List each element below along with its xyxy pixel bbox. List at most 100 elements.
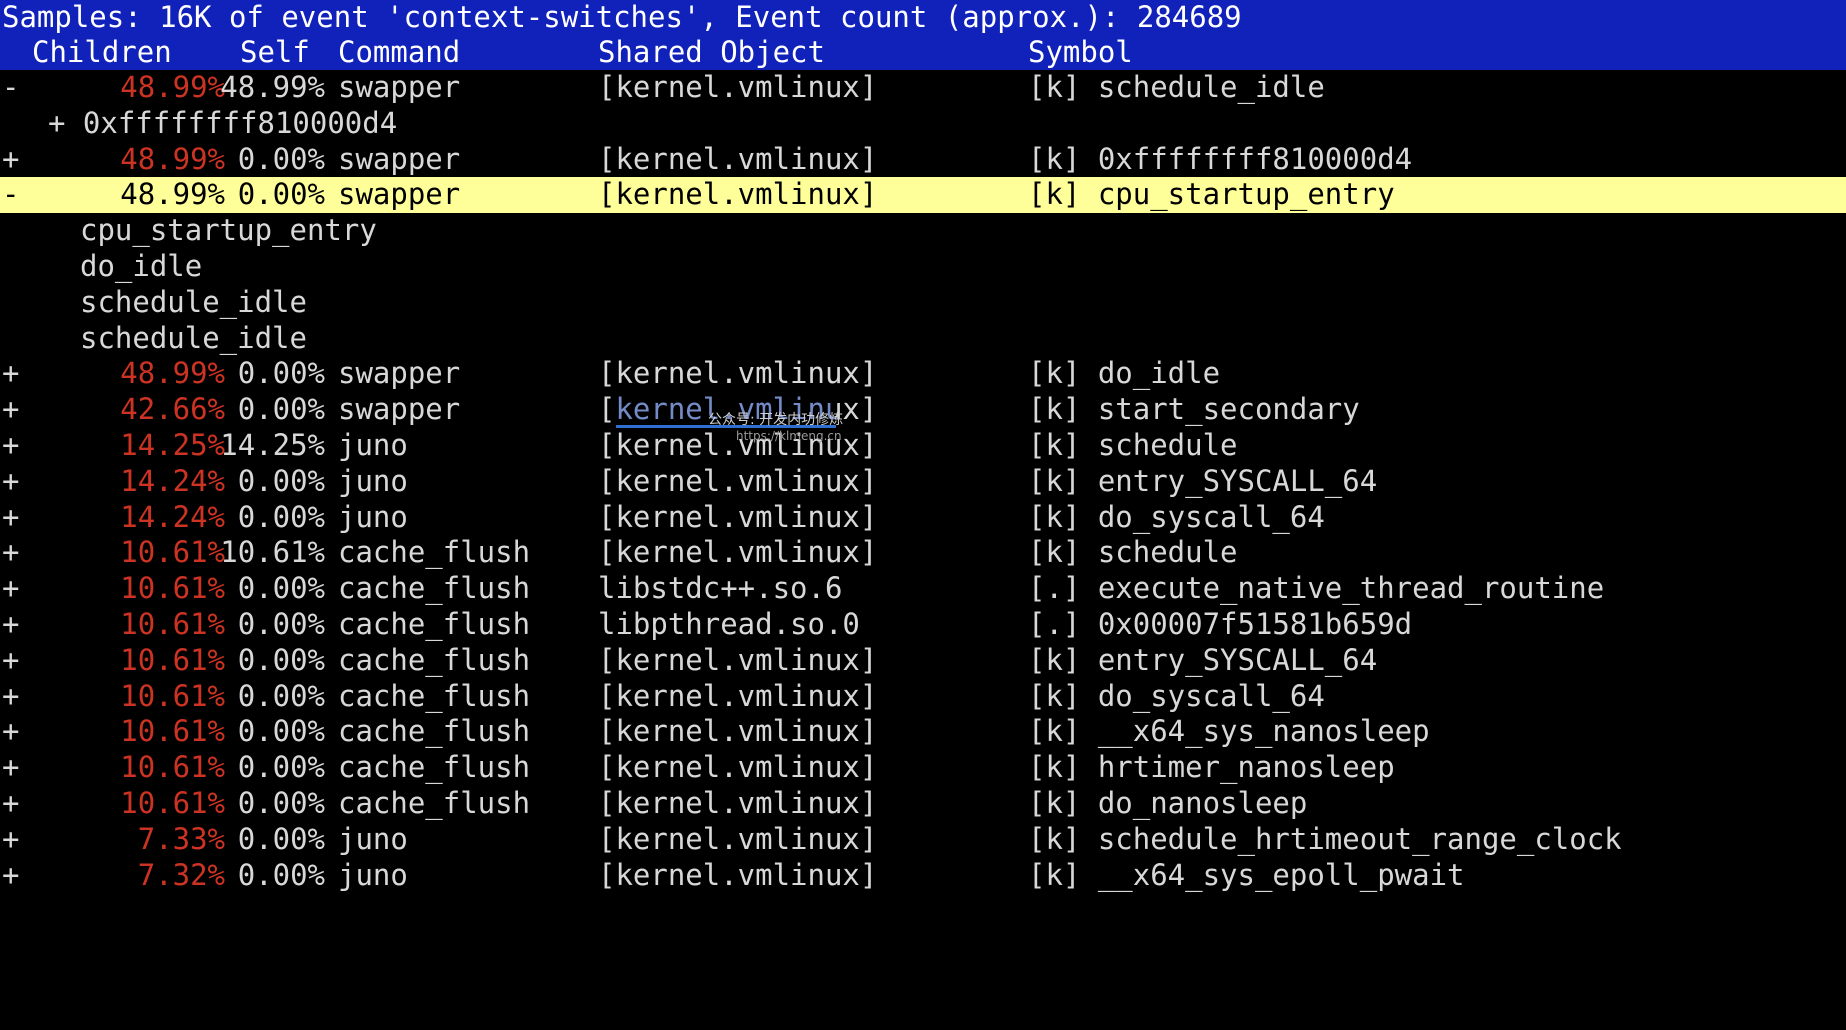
cell-command: cache_flush	[338, 535, 531, 570]
expand-toggle-icon[interactable]: +	[2, 679, 19, 715]
cell-command: cache_flush	[338, 606, 531, 641]
cell-shared-object: [kernel.vmlinux]	[598, 392, 878, 427]
report-row[interactable]: +10.61% 0.00% cache_flush [kernel.vmlinux][…	[0, 714, 1846, 750]
cell-self: 0.00%	[237, 571, 325, 606]
column-header-children[interactable]: Children	[32, 35, 172, 70]
report-row[interactable]: +14.24% 0.00% juno [kernel.vmlinux] [k] do_s…	[0, 500, 1846, 536]
callchain-entry-label: cpu_startup_entry	[80, 213, 377, 248]
cell-symbol: [k] do_idle	[1028, 356, 1221, 391]
perf-title-bar: Samples: 16K of event 'context-switches'…	[0, 0, 1846, 35]
cell-symbol: [k] cpu_startup_entry	[1028, 177, 1395, 212]
cell-self: 14.25%	[220, 427, 325, 462]
cell-symbol: [k] start_secondary	[1028, 392, 1360, 427]
cell-symbol: [k] do_syscall_64	[1028, 678, 1325, 713]
cell-symbol: [k] schedule	[1028, 427, 1238, 462]
report-row[interactable]: +48.99% 0.00% swapper [kernel.vmlinux] [k] 0…	[0, 142, 1846, 178]
cell-shared-object: [kernel.vmlinux]	[598, 714, 878, 749]
cell-symbol: [.] execute_native_thread_routine	[1028, 571, 1605, 606]
report-row[interactable]: +10.61% 0.00% cache_flush [kernel.vmlinux][…	[0, 750, 1846, 786]
perf-report-screen: Samples: 16K of event 'context-switches'…	[0, 0, 1846, 1030]
cell-symbol: [k] entry_SYSCALL_64	[1028, 463, 1378, 498]
report-row[interactable]: +14.25% 14.25% juno [kernel.vmlinux] [k] sch…	[0, 428, 1846, 464]
expand-toggle-icon[interactable]: +	[2, 750, 19, 786]
cell-shared-object: [kernel.vmlinux]	[598, 785, 878, 820]
cell-self: 0.00%	[237, 642, 325, 677]
cell-command: juno	[338, 427, 408, 462]
expand-toggle-icon[interactable]: +	[2, 500, 19, 536]
column-header-shared-object[interactable]: Shared Object	[598, 35, 825, 70]
expand-toggle-icon[interactable]: +	[2, 428, 19, 464]
cell-self: 0.00%	[237, 606, 325, 641]
column-header-self[interactable]: Self	[240, 35, 310, 70]
expand-toggle-icon[interactable]: +	[2, 571, 19, 607]
cell-self: 0.00%	[237, 714, 325, 749]
report-row[interactable]: +10.61% 10.61% cache_flush [kernel.vmlinux]…	[0, 535, 1846, 571]
cell-symbol: [.] 0x00007f51581b659d	[1028, 606, 1413, 641]
cell-command: juno	[338, 857, 408, 892]
cell-command: cache_flush	[338, 571, 531, 606]
callchain-row[interactable]: do_idle	[0, 249, 1846, 285]
cell-command: juno	[338, 499, 408, 534]
report-row[interactable]: +14.24% 0.00% juno [kernel.vmlinux] [k] entr…	[0, 464, 1846, 500]
cell-symbol: [k] entry_SYSCALL_64	[1028, 642, 1378, 677]
expand-toggle-icon[interactable]: +	[2, 392, 19, 428]
cell-shared-object: [kernel.vmlinux]	[598, 750, 878, 785]
report-row[interactable]: +10.61% 0.00% cache_flush libstdc++.so.6 [.]…	[0, 571, 1846, 607]
cell-shared-object: [kernel.vmlinux]	[598, 70, 878, 104]
report-row-list: -48.99% 48.99% swapper [kernel.vmlinux] [k] …	[0, 70, 1846, 893]
report-row[interactable]: +7.32% 0.00% juno [kernel.vmlinux] [k] __x64…	[0, 858, 1846, 894]
cell-self: 0.00%	[237, 750, 325, 785]
report-row[interactable]: +10.61% 0.00% cache_flush [kernel.vmlinux][…	[0, 786, 1846, 822]
expand-toggle-icon[interactable]: +	[2, 142, 19, 178]
callchain-entry-label: do_idle	[80, 248, 203, 283]
report-row[interactable]: +10.61% 0.00% cache_flush [kernel.vmlinux][…	[0, 643, 1846, 679]
expand-toggle-icon[interactable]: +	[2, 535, 19, 571]
cell-shared-object: [kernel.vmlinux]	[598, 463, 878, 498]
expand-toggle-icon[interactable]: +	[2, 607, 19, 643]
callchain-row[interactable]: schedule_idle	[0, 285, 1846, 321]
expand-toggle-icon[interactable]: -	[2, 177, 19, 213]
cell-command: swapper	[338, 177, 461, 212]
cell-self: 10.61%	[220, 535, 325, 570]
report-row[interactable]: -48.99% 48.99% swapper [kernel.vmlinux] [k] …	[0, 70, 1846, 106]
cell-self: 0.00%	[237, 499, 325, 534]
expand-toggle-icon[interactable]: +	[2, 858, 19, 894]
cell-self: 0.00%	[237, 857, 325, 892]
cell-command: cache_flush	[338, 785, 531, 820]
expand-toggle-icon[interactable]: -	[2, 70, 19, 106]
cell-self: 48.99%	[220, 70, 325, 104]
cell-self: 0.00%	[237, 356, 325, 391]
expand-toggle-icon[interactable]: +	[2, 356, 19, 392]
cell-shared-object: [kernel.vmlinux]	[598, 821, 878, 856]
callchain-entry-label: + 0xffffffff810000d4	[48, 105, 398, 140]
cell-command: swapper	[338, 141, 461, 176]
callchain-entry-label: schedule_idle	[80, 284, 307, 319]
report-row[interactable]: +48.99% 0.00% swapper [kernel.vmlinux] [k] d…	[0, 356, 1846, 392]
callchain-row[interactable]: cpu_startup_entry	[0, 213, 1846, 249]
callchain-row[interactable]: + 0xffffffff810000d4	[0, 106, 1846, 142]
cell-command: cache_flush	[338, 642, 531, 677]
cell-shared-object: [kernel.vmlinux]	[598, 499, 878, 534]
expand-toggle-icon[interactable]: +	[2, 822, 19, 858]
expand-toggle-icon[interactable]: +	[2, 786, 19, 822]
report-row[interactable]: +7.33% 0.00% juno [kernel.vmlinux] [k] sched…	[0, 822, 1846, 858]
cell-shared-object: libpthread.so.0	[598, 606, 860, 641]
report-row[interactable]: +10.61% 0.00% cache_flush libpthread.so.0 [.…	[0, 607, 1846, 643]
report-row-selected[interactable]: -48.99% 0.00% swapper [kernel.vmlinux] [k] c…	[0, 177, 1846, 214]
column-header-command[interactable]: Command	[338, 35, 460, 70]
cell-command: cache_flush	[338, 750, 531, 785]
cell-command: swapper	[338, 356, 461, 391]
expand-toggle-icon[interactable]: +	[2, 643, 19, 679]
cell-symbol: [k] hrtimer_nanosleep	[1028, 750, 1395, 785]
cell-shared-object: [kernel.vmlinux]	[598, 678, 878, 713]
report-row[interactable]: +42.66% 0.00% swapper [kernel.vmlinux] [k] s…	[0, 392, 1846, 428]
cell-self: 0.00%	[237, 463, 325, 498]
callchain-row[interactable]: schedule_idle	[0, 321, 1846, 357]
cell-symbol: [k] __x64_sys_epoll_pwait	[1028, 857, 1465, 892]
report-row[interactable]: +10.61% 0.00% cache_flush [kernel.vmlinux][…	[0, 679, 1846, 715]
expand-toggle-icon[interactable]: +	[2, 714, 19, 750]
cell-shared-object: [kernel.vmlinux]	[598, 535, 878, 570]
expand-toggle-icon[interactable]: +	[2, 464, 19, 500]
samples-summary-text: Samples: 16K of event 'context-switches'…	[2, 0, 1242, 34]
column-header-symbol[interactable]: Symbol	[1028, 35, 1133, 70]
